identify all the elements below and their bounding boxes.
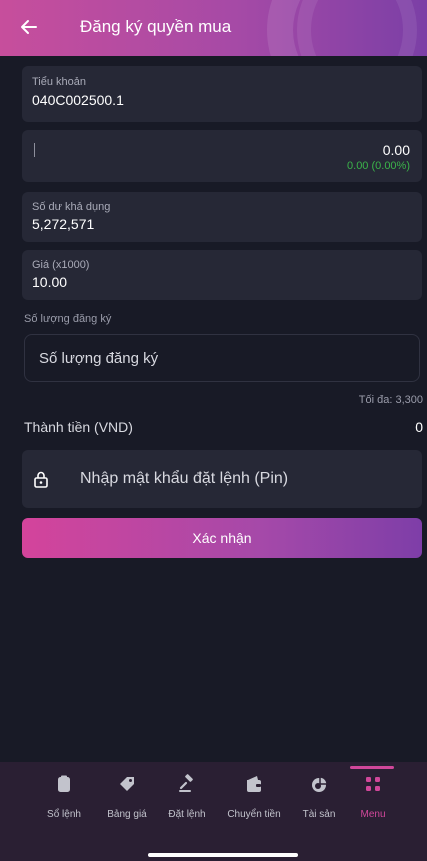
nav-item-price-board[interactable]: Bảng giá: [95, 762, 159, 842]
nav-item-place-order[interactable]: Đặt lệnh: [155, 762, 219, 842]
pie-chart-icon: [312, 776, 328, 792]
sub-account-value: 040C002500.1: [32, 92, 124, 108]
price-field: Giá (x1000) 10.00: [22, 250, 422, 300]
arrow-left-icon: [21, 20, 37, 34]
pin-input[interactable]: [80, 462, 400, 496]
pin-field[interactable]: [22, 450, 422, 508]
quantity-caption: Số lượng đăng ký: [24, 313, 112, 325]
clipboard-icon: [58, 775, 70, 792]
available-balance-field: Số dư khả dụng 5,272,571: [22, 192, 422, 242]
page-title: Đăng ký quyền mua: [80, 17, 232, 36]
stock-change: 0.00 (0.00%): [347, 160, 410, 172]
bottom-navigation: Sổ lệnh Bảng giá Đặt lệnh Chuyển tiền Tà…: [0, 762, 427, 861]
menu-dots-icon: [366, 777, 380, 791]
gavel-icon: [179, 774, 193, 792]
max-quantity-text: Tối đa: 3,300: [358, 394, 423, 406]
stock-code-field[interactable]: 0.00 0.00 (0.00%): [22, 130, 422, 182]
sub-account-label: Tiểu khoản: [32, 76, 87, 88]
nav-item-order-book[interactable]: Sổ lệnh: [32, 762, 96, 842]
available-balance-label: Số dư khả dụng: [32, 201, 111, 213]
back-button[interactable]: [14, 12, 44, 42]
price-value: 10.00: [32, 274, 68, 290]
wallet-icon: [247, 776, 261, 792]
header-bar: Đăng ký quyền mua: [0, 0, 427, 56]
nav-label: Menu: [360, 809, 386, 820]
sub-account-select[interactable]: Tiểu khoản 040C002500.1: [22, 66, 422, 122]
total-amount-label: Thành tiền (VND): [24, 419, 133, 435]
nav-item-menu[interactable]: Menu: [341, 762, 405, 842]
lock-icon: [34, 471, 48, 488]
text-cursor: [34, 143, 35, 157]
price-tag-icon: [120, 777, 134, 791]
available-balance-value: 5,272,571: [32, 216, 95, 232]
header-decoration: [297, 0, 417, 56]
home-indicator: [148, 853, 298, 857]
quantity-input[interactable]: [24, 334, 420, 382]
total-amount-value: 0: [415, 419, 423, 435]
price-label: Giá (x1000): [32, 259, 90, 271]
confirm-button[interactable]: Xác nhận: [22, 518, 422, 558]
stock-price: 0.00: [382, 142, 410, 158]
nav-item-transfer[interactable]: Chuyển tiền: [222, 762, 286, 842]
